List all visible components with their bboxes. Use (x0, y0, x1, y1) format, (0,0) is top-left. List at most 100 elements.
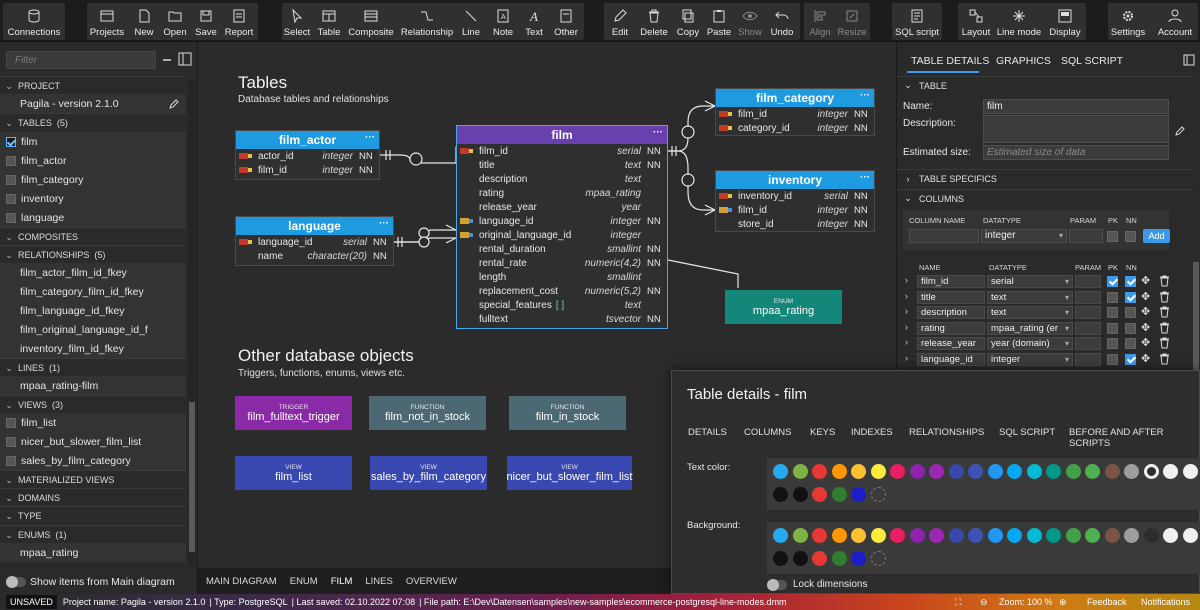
column-name-input[interactable]: description (917, 306, 985, 319)
color-swatch[interactable] (987, 528, 1003, 543)
dialog-tab-before-after-scripts[interactable]: BEFORE AND AFTER SCRIPTS (1069, 427, 1199, 449)
tree-item-relationship[interactable]: film_language_id_fkey (0, 301, 186, 320)
color-swatch[interactable] (1104, 464, 1120, 479)
section-materialized-views[interactable]: ⌄ MATERIALIZED VIEWS (0, 470, 186, 489)
tree-item-table[interactable]: film_actor (0, 151, 186, 170)
new-button[interactable]: New (130, 3, 158, 40)
section-tables[interactable]: ⌄ TABLES (5) (0, 113, 186, 132)
panel-toggle-icon[interactable] (178, 52, 192, 66)
checkbox[interactable] (6, 436, 16, 447)
column-param-input[interactable] (1075, 352, 1101, 366)
tree-item-table[interactable]: film (0, 132, 186, 151)
connections-button[interactable]: Connections (5, 3, 63, 40)
table-column-row[interactable]: rental_rate numeric(4,2) NN (457, 256, 667, 270)
column-datatype-select[interactable]: integer (987, 352, 1073, 366)
color-swatch[interactable] (890, 464, 905, 479)
color-swatch[interactable] (831, 528, 847, 543)
color-swatch[interactable] (987, 464, 1003, 479)
table-column-row[interactable]: actor_id integer NN (236, 149, 379, 163)
tree-item-relationship[interactable]: film_actor_film_id_fkey (0, 263, 186, 282)
move-icon[interactable]: ✥ (1141, 336, 1150, 349)
settings-button[interactable]: Settings (1110, 3, 1146, 40)
table-name-input[interactable] (983, 99, 1169, 114)
color-swatch[interactable] (831, 464, 847, 479)
move-icon[interactable]: ✥ (1141, 352, 1150, 365)
table-column-row[interactable]: inventory_id serial NN (716, 189, 874, 203)
account-button[interactable]: Account (1155, 3, 1195, 40)
checkbox[interactable] (6, 155, 16, 166)
color-swatch[interactable] (909, 464, 925, 479)
table-column-row[interactable]: special_features[ ] text (457, 298, 667, 312)
color-swatch[interactable] (812, 551, 827, 566)
table-header[interactable]: film_category ··· (716, 89, 874, 107)
color-swatch[interactable] (1124, 528, 1139, 543)
undo-button[interactable]: Undo (767, 3, 797, 40)
color-swatch[interactable] (773, 528, 788, 543)
tree-item-enum[interactable]: mpaa_rating (0, 543, 186, 562)
table-film-category[interactable]: film_category ··· film_id integer NN catego… (715, 88, 875, 136)
filter-input[interactable] (6, 51, 156, 69)
column-name-input[interactable]: language_id (917, 352, 985, 366)
table-column-row[interactable]: language_id integer NN (457, 214, 667, 228)
table-column-row[interactable]: name character(20) NN (236, 249, 393, 263)
column-nn-checkbox[interactable] (1125, 322, 1136, 334)
column-row[interactable]: › film_id serial ✥ (897, 274, 1193, 289)
more-icon[interactable]: ··· (860, 169, 870, 187)
table-header[interactable]: film ··· (457, 126, 667, 144)
chevron-right-icon[interactable]: › (905, 337, 908, 347)
select-button[interactable]: Select (283, 3, 311, 40)
color-swatch[interactable] (890, 528, 905, 543)
tree-item-table[interactable]: language (0, 208, 186, 227)
table-column-row[interactable]: film_id integer NN (716, 107, 874, 121)
column-nn-checkbox[interactable] (1125, 307, 1136, 318)
color-swatch[interactable] (968, 464, 983, 479)
function-film-in-stock[interactable]: FUNCTION film_in_stock (509, 396, 626, 430)
column-pk-checkbox[interactable] (1107, 276, 1118, 287)
color-swatch[interactable] (812, 528, 827, 543)
color-swatch[interactable] (1163, 528, 1178, 543)
new-column-pk-checkbox[interactable] (1107, 231, 1118, 242)
table-column-row[interactable]: category_id integer NN (716, 121, 874, 135)
color-swatch[interactable] (812, 464, 827, 479)
column-pk-checkbox[interactable] (1107, 322, 1118, 334)
table-film-actor[interactable]: film_actor ··· actor_id integer NN film_id i… (235, 130, 380, 180)
table-column-row[interactable]: store_id integer NN (716, 217, 874, 231)
tree-item-table[interactable]: inventory (0, 189, 186, 208)
color-swatch[interactable] (1163, 464, 1178, 479)
color-swatch[interactable] (968, 528, 983, 543)
zoom-in-icon[interactable]: ⊕ (1059, 597, 1067, 608)
tree-item-view[interactable]: sales_by_film_category (0, 451, 186, 470)
new-column-name-input[interactable] (909, 229, 979, 243)
move-icon[interactable]: ✥ (1141, 274, 1150, 287)
paste-button[interactable]: Paste (705, 3, 733, 40)
column-param-input[interactable] (1075, 290, 1101, 304)
section-type[interactable]: ⌄ TYPE (0, 506, 186, 525)
project-name-row[interactable]: Pagila - version 2.1.0 (0, 94, 186, 113)
composite-button[interactable]: Composite (347, 3, 395, 40)
color-swatch[interactable] (773, 487, 788, 502)
tree-item-relationship[interactable]: inventory_film_id_fkey (0, 339, 186, 358)
column-datatype-select[interactable]: year (domain) (987, 337, 1073, 350)
trash-icon[interactable] (1159, 322, 1170, 334)
table-column-row[interactable]: film_id serial NN (457, 144, 667, 158)
color-swatch[interactable] (1085, 464, 1100, 479)
more-icon[interactable]: ··· (653, 124, 663, 142)
line-button[interactable]: Line (459, 3, 483, 40)
column-pk-checkbox[interactable] (1107, 338, 1118, 349)
column-param-input[interactable] (1075, 306, 1101, 319)
trash-icon[interactable] (1159, 337, 1170, 349)
add-column-button[interactable]: Add (1143, 229, 1170, 243)
chevron-right-icon[interactable]: › (905, 275, 908, 285)
table-column-row[interactable]: film_id integer NN (716, 203, 874, 217)
checkbox[interactable] (6, 417, 16, 428)
chevron-right-icon[interactable]: › (905, 353, 908, 363)
more-icon[interactable]: ··· (379, 215, 389, 233)
function-film-not-in-stock[interactable]: FUNCTION film_not_in_stock (369, 396, 486, 430)
view-sales-by-film-category[interactable]: VIEW sales_by_film_category (370, 456, 487, 490)
column-param-input[interactable] (1075, 275, 1101, 288)
section-relationships[interactable]: ⌄ RELATIONSHIPS (5) (0, 245, 186, 264)
view-film-list[interactable]: VIEW film_list (235, 456, 352, 490)
color-swatch[interactable] (1182, 528, 1198, 543)
section-domains[interactable]: ⌄ DOMAINS (0, 488, 186, 507)
tab-lines[interactable]: LINES (365, 576, 392, 587)
